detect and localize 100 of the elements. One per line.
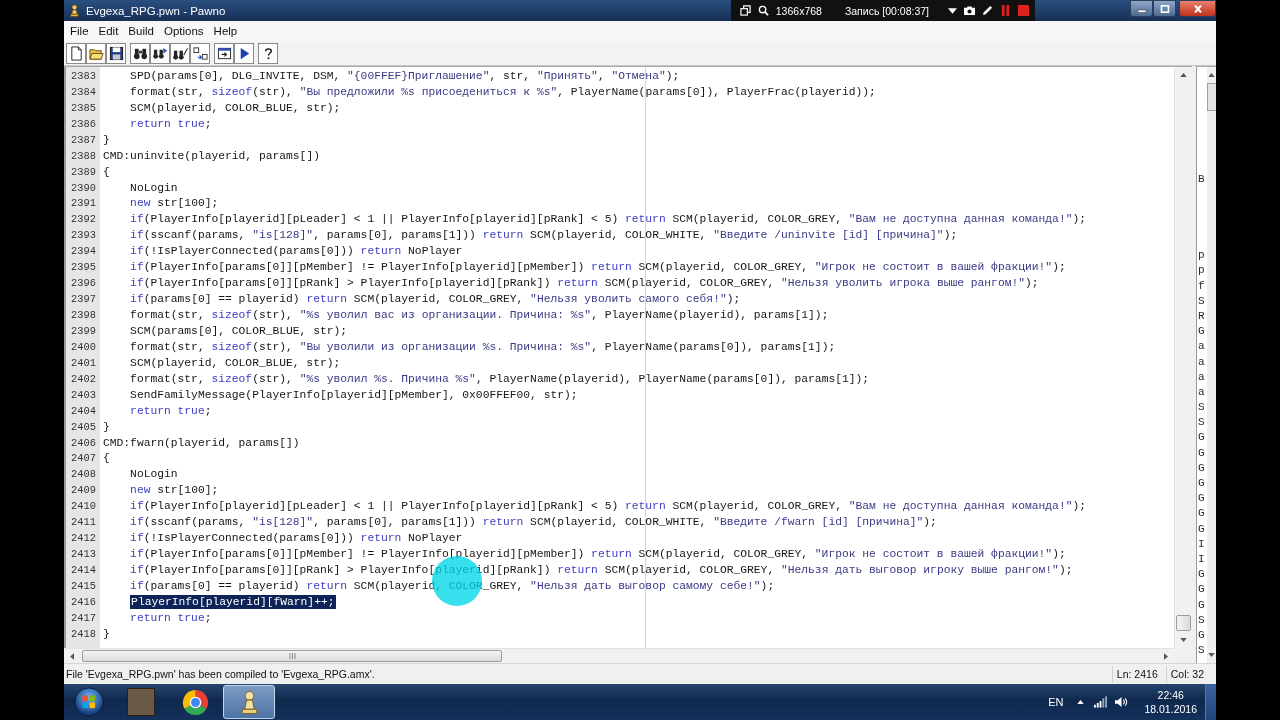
list-item[interactable]: a — [1197, 369, 1207, 385]
scrollbar-thumb[interactable] — [1176, 615, 1191, 631]
code-line: format(str, sizeof(str), "%s уволил %s. Причина %s", PlayerName(playerid), PlayerName(params[0]), params[1]); — [130, 372, 870, 385]
list-item[interactable]: I — [1197, 551, 1207, 568]
compile-button[interactable] — [214, 42, 234, 64]
list-item[interactable]: G — [1197, 627, 1207, 644]
code-line: if(sscanf(params, "is[128]", params[0], params[1])) return SCM(playerid, COLOR_WHITE, "Введите /fwarn [id] [причина]"); — [130, 516, 937, 529]
list-item[interactable]: a — [1197, 354, 1207, 370]
code-line: CMD:fwarn(playerid, params[]) — [103, 436, 300, 449]
code-line: if(sscanf(params, "is[128]", params[0], params[1])) return SCM(playerid, COLOR_WHITE, "Введите /uninvite [id] [причина]"); — [130, 229, 958, 242]
list-item[interactable]: G — [1197, 460, 1207, 476]
line-number: 2404 — [70, 404, 97, 417]
line-number: 2385 — [70, 101, 97, 114]
run-button[interactable] — [234, 42, 254, 64]
find-button[interactable] — [130, 42, 150, 64]
code-line: { — [103, 452, 110, 465]
camera-icon[interactable] — [964, 5, 975, 16]
help-button[interactable] — [258, 42, 278, 64]
grip-icon — [288, 653, 296, 659]
code-line: if(params[0] == playerid) return SCM(playerid, COLOR_GREY, "Нельзя уволить самого себя!"); — [130, 293, 741, 306]
overlapping-squares-icon[interactable] — [739, 5, 751, 16]
code-line: if(PlayerInfo[params[0]][pMember] != PlayerInfo[playerid][pMember]) return SCM(playerid, COLOR_GREY, "Игрок не состоит в вашей фракции!"); — [130, 261, 1066, 274]
close-button[interactable] — [1179, 0, 1216, 17]
menu-item[interactable]: Edit — [94, 24, 123, 38]
status-message: File 'Evgexa_RPG.pwn' has been compiled to 'Evgexa_RPG.amx'. — [65, 668, 375, 680]
line-number: 2389 — [70, 165, 97, 178]
list-item[interactable]: a — [1197, 339, 1207, 355]
vertical-scrollbar[interactable] — [1207, 67, 1216, 663]
list-item[interactable]: p — [1197, 263, 1207, 279]
clock-date[interactable]: 18.01.2016 — [1144, 702, 1197, 716]
minimize-button[interactable] — [1130, 0, 1153, 17]
list-item[interactable]: G — [1197, 430, 1207, 446]
list-item[interactable]: a — [1197, 384, 1207, 401]
language-indicator[interactable]: EN — [1048, 696, 1064, 708]
code-line: return true; — [130, 117, 212, 130]
code-line: SCM(params[0], COLOR_BLUE, str); — [130, 324, 348, 337]
menu-item[interactable]: File — [66, 24, 93, 38]
horizontal-scrollbar[interactable] — [64, 648, 1174, 663]
code-line: SCM(playerid, COLOR_BLUE, str); — [130, 101, 341, 114]
list-item[interactable]: I — [1197, 536, 1207, 552]
replace-button[interactable] — [170, 42, 190, 64]
signal-bars-icon[interactable] — [1094, 696, 1108, 708]
code-line: format(str, sizeof(str), "%s уволил вас из организации. Причина: %s", PlayerName(playerid), params[1]); — [130, 309, 829, 322]
maximize-icon — [1159, 4, 1170, 13]
list-item[interactable]: S — [1197, 400, 1207, 416]
list-item[interactable]: G — [1197, 491, 1207, 507]
pawn-icon — [68, 4, 81, 17]
maximize-button[interactable] — [1153, 0, 1176, 17]
line-number: 2412 — [70, 532, 97, 545]
pencil-icon[interactable] — [982, 5, 993, 16]
list-item[interactable]: G — [1197, 597, 1207, 613]
list-item[interactable]: f — [1197, 278, 1207, 294]
up-triangle-icon — [1180, 73, 1187, 77]
code-line: SCM(playerid, COLOR_BLUE, str); — [130, 356, 341, 369]
list-item[interactable]: S — [1197, 415, 1207, 431]
taskbar-button[interactable] — [223, 685, 275, 719]
scrollbar-thumb[interactable] — [82, 650, 502, 662]
list-item[interactable]: S — [1197, 293, 1207, 309]
line-number: 2384 — [70, 85, 97, 98]
pause-icon[interactable] — [1000, 5, 1011, 16]
list-item[interactable]: G — [1197, 506, 1207, 522]
menu-item[interactable]: Help — [209, 24, 242, 38]
code-line: { — [103, 165, 110, 178]
list-item[interactable]: G — [1197, 582, 1207, 598]
code-line: if(PlayerInfo[playerid][pLeader] < 1 || PlayerInfo[playerid][pRank] < 5) return SCM(playerid, COLOR_GREY, "Вам не доступна данная команда!"); — [130, 500, 1086, 513]
list-item[interactable]: S — [1197, 643, 1207, 659]
list-item[interactable]: B — [1197, 172, 1207, 188]
menu-item[interactable]: Options — [159, 24, 208, 38]
open-button[interactable] — [86, 42, 106, 64]
list-item[interactable]: G — [1197, 476, 1207, 492]
list-item[interactable]: p — [1197, 248, 1207, 264]
speaker-icon[interactable] — [1115, 696, 1129, 708]
find-next-button[interactable] — [150, 42, 170, 64]
list-item[interactable]: G — [1197, 324, 1207, 340]
code-line: return true; — [130, 611, 212, 624]
new-file-button[interactable] — [66, 42, 86, 64]
list-item[interactable]: R — [1197, 308, 1207, 325]
list-item[interactable]: G — [1197, 521, 1207, 537]
goto-button[interactable] — [190, 42, 210, 64]
line-number: 2408 — [70, 468, 97, 481]
list-item[interactable]: G — [1197, 567, 1207, 583]
menu-item[interactable]: Build — [124, 24, 158, 38]
line-number: 2405 — [70, 420, 97, 433]
search-icon[interactable] — [757, 5, 769, 16]
cursor-line: Ln: 2416 — [1116, 668, 1158, 680]
line-number: 2418 — [70, 627, 97, 640]
list-item[interactable]: G — [1197, 445, 1207, 461]
save-button[interactable] — [106, 42, 126, 64]
line-number: 2386 — [70, 117, 97, 130]
binoculars-arrow-icon — [152, 45, 168, 61]
window-title: Evgexa_RPG.pwn - Pawno — [86, 4, 226, 17]
right-triangle-icon — [1164, 652, 1168, 660]
caret-down-icon[interactable] — [948, 7, 957, 14]
clock-time[interactable]: 22:46 — [1157, 688, 1184, 702]
list-item[interactable]: S — [1197, 612, 1207, 628]
line-number: 2391 — [70, 197, 97, 210]
code-editor[interactable] — [64, 66, 1174, 648]
scrollbar-thumb[interactable] — [1207, 83, 1216, 111]
resolution-label[interactable]: 1366x768 — [775, 4, 822, 17]
up-triangle-icon[interactable] — [1077, 700, 1085, 704]
